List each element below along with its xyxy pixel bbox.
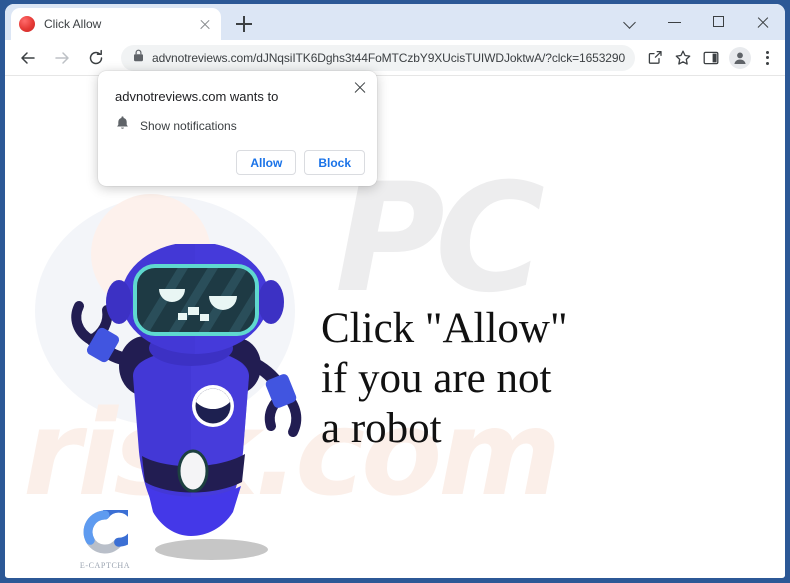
permission-dialog-title: advnotreviews.com wants to: [115, 89, 279, 104]
permission-row: Show notifications: [115, 115, 237, 136]
close-icon[interactable]: [351, 78, 369, 96]
tab-strip: Click Allow: [5, 4, 785, 40]
tab-title: Click Allow: [44, 17, 102, 31]
permission-label: Show notifications: [140, 118, 237, 133]
robot-shadow: [155, 539, 268, 560]
lock-icon: [133, 49, 144, 67]
browser-window-inner: Click Allow advnotreviews.com/dJNqsiITK6…: [5, 4, 785, 578]
notification-permission-bubble: advnotreviews.com wants to Show notifica…: [98, 71, 377, 186]
watermark-pc: PC: [335, 152, 545, 326]
robot-illustration: [47, 242, 327, 549]
tab-search-chevron-down-icon[interactable]: [609, 4, 653, 40]
tab-favicon-icon: [19, 16, 35, 32]
tab-close-icon[interactable]: [197, 16, 213, 32]
profile-avatar[interactable]: [729, 46, 751, 69]
block-button[interactable]: Block: [304, 150, 365, 175]
minimize-button[interactable]: [653, 4, 697, 40]
chrome-menu-icon[interactable]: [755, 45, 779, 71]
new-tab-button[interactable]: [233, 13, 255, 35]
bookmark-star-icon[interactable]: [670, 45, 696, 71]
ecaptcha-logo: E-CAPTCHA: [69, 503, 141, 570]
browser-window: Click Allow advnotreviews.com/dJNqsiITK6…: [0, 0, 790, 583]
address-bar[interactable]: advnotreviews.com/dJNqsiITK6Dghs3t44FoMT…: [121, 44, 635, 71]
back-button[interactable]: [13, 43, 43, 73]
maximize-button[interactable]: [697, 4, 741, 40]
page-headline: Click "Allow" if you are not a robot: [321, 305, 568, 452]
bell-icon: [115, 115, 130, 136]
permission-actions: Allow Block: [236, 150, 365, 175]
share-icon[interactable]: [642, 45, 668, 71]
ecaptcha-c-icon: [83, 503, 141, 554]
side-panel-icon[interactable]: [698, 45, 724, 71]
forward-button[interactable]: [47, 43, 77, 73]
close-window-button[interactable]: [741, 4, 785, 40]
url-text: advnotreviews.com/dJNqsiITK6Dghs3t44FoMT…: [152, 50, 625, 65]
tab-click-allow[interactable]: Click Allow: [11, 8, 221, 40]
ecaptcha-label: E-CAPTCHA: [79, 561, 131, 570]
reload-button[interactable]: [81, 43, 111, 73]
window-controls: [609, 4, 785, 40]
allow-button[interactable]: Allow: [236, 150, 297, 175]
